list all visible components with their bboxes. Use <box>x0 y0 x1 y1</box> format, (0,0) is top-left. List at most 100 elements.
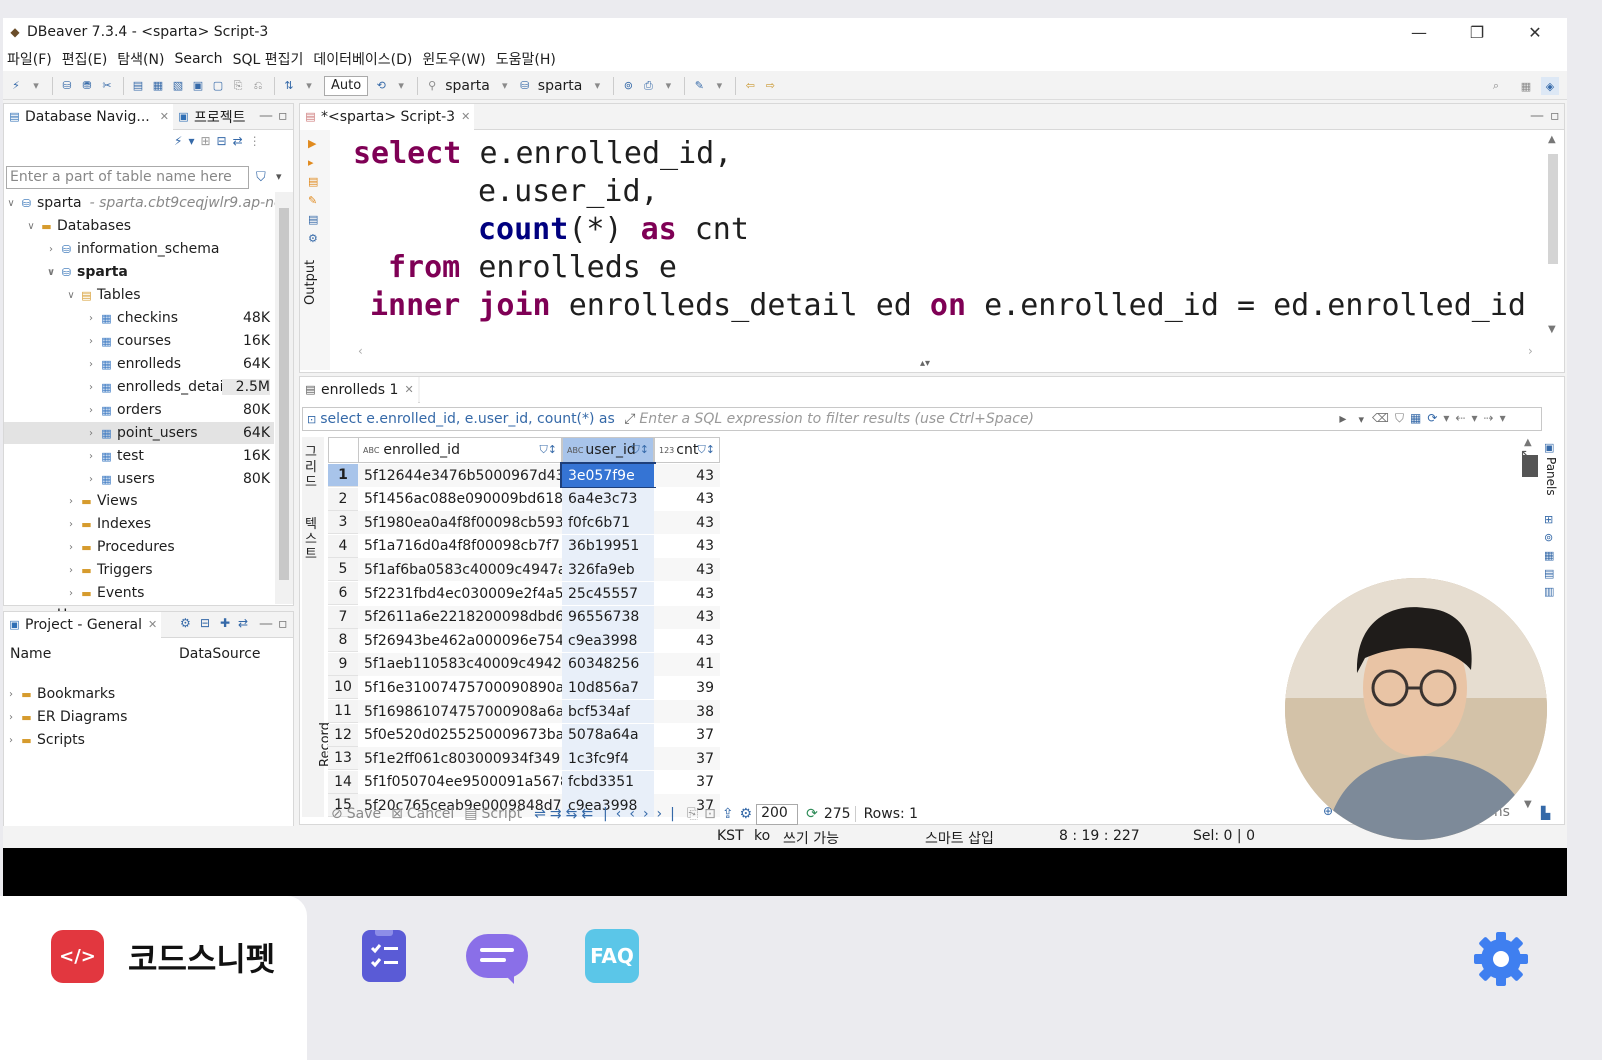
project-item-scripts[interactable]: › ▬ Scripts <box>4 729 85 751</box>
maximize-icon[interactable]: ▫ <box>278 616 288 632</box>
row-number[interactable]: 7 <box>328 605 358 629</box>
tree-item-databases[interactable]: ∨ ▬ Databases <box>24 215 131 237</box>
execute-new-tab-icon[interactable]: ▤ <box>308 172 318 191</box>
tree-item-procedures[interactable]: › ▬ Procedures <box>64 536 175 558</box>
menu-search[interactable]: Search <box>174 51 222 67</box>
cell-cnt[interactable]: 43 <box>654 534 720 558</box>
cell-user-id[interactable]: fcbd3351 <box>562 770 654 794</box>
row-number[interactable]: 8 <box>328 629 358 653</box>
panel-toggle-icon[interactable]: ▙ <box>1541 806 1550 820</box>
dbeaver-perspective-icon[interactable]: ◈ <box>1541 77 1559 95</box>
scroll-up-icon[interactable]: ▲ <box>1524 437 1532 448</box>
table-row[interactable]: 12 5f0e520d0255250009673ba4 5078a64a 37 <box>328 723 720 747</box>
filter-input[interactable]: Enter a SQL expression to filter results… <box>639 411 1329 427</box>
execute-statement-icon[interactable]: ▶ <box>308 134 318 153</box>
cell-user-id[interactable]: 3e057f9e <box>560 462 656 489</box>
menu-file[interactable]: 파일(F) <box>7 49 52 69</box>
cell-cnt[interactable]: 43 <box>654 511 720 535</box>
cell-enrolled-id[interactable]: 5f1f050704ee9500091a5678 <box>358 770 569 794</box>
cell-cnt[interactable]: 41 <box>654 652 720 676</box>
print-icon[interactable]: ⎙ <box>639 77 657 95</box>
cell-user-id[interactable]: 1c3fc9f4 <box>562 747 654 771</box>
tab-database-navigator[interactable]: ▤ Database Navig... ✕ <box>4 103 173 130</box>
cell-user-id[interactable]: 25c45557 <box>562 582 654 605</box>
load-script-icon[interactable]: ▤ <box>308 210 318 229</box>
row-number[interactable]: 14 <box>328 770 358 794</box>
search-icon[interactable]: ⌕ <box>1487 77 1505 95</box>
row-number[interactable]: 10 <box>328 676 358 700</box>
chevron-right-icon[interactable]: › <box>64 588 78 599</box>
cell-user-id[interactable]: c9ea3998 <box>562 629 654 653</box>
table-row[interactable]: 7 5f2611a6e2218200098dbd6d 96556738 43 <box>328 605 720 629</box>
cell-user-id[interactable]: 6a4e3c73 <box>562 487 654 511</box>
tree-item-table[interactable]: › ▦ courses 16K <box>84 330 274 352</box>
history-dropdown-icon[interactable]: ▾ <box>1358 413 1364 426</box>
back-arrow-icon[interactable]: ⇦ <box>741 77 759 95</box>
link-editor-icon[interactable]: ⇄ <box>233 134 243 148</box>
metadata-panel-icon[interactable]: ▤ <box>1544 565 1554 583</box>
chevron-down-icon[interactable]: ▾ <box>276 170 282 183</box>
chevron-right-icon[interactable]: › <box>64 519 78 530</box>
tree-item-table[interactable]: › ▦ users 80K <box>84 468 274 490</box>
sql-code-area[interactable]: select e.enrolled_id, e.user_id, count(*… <box>348 134 1538 342</box>
cancel-button[interactable]: Cancel <box>407 806 454 822</box>
column-header-enrolled-id[interactable]: ABC enrolled_id ⛉↕ <box>358 437 562 463</box>
tree-item-indexes[interactable]: › ▬ Indexes <box>64 513 151 535</box>
table-row[interactable]: 9 5f1aeb110583c40009c49426 60348256 41 <box>328 652 720 676</box>
query-text[interactable]: select e.enrolled_id, e.user_id, count(*… <box>320 411 620 427</box>
row-number[interactable]: 5 <box>328 558 358 582</box>
tree-item-sparta-db[interactable]: ∨ ⛁ sparta <box>44 261 128 283</box>
chevron-right-icon[interactable]: › <box>84 313 98 324</box>
row-number[interactable]: 2 <box>328 487 358 511</box>
chevron-down-icon[interactable]: ∨ <box>64 290 78 301</box>
menu-window[interactable]: 윈도우(W) <box>422 49 485 69</box>
dropdown-icon[interactable]: ▾ <box>300 77 318 95</box>
chat-icon[interactable] <box>466 934 528 984</box>
table-row[interactable]: 4 5f1a716d0a4f8f00098cb7f7 36b19951 43 <box>328 534 720 558</box>
chevron-right-icon[interactable]: › <box>4 712 18 723</box>
tab-project[interactable]: ▣ 프로젝트 <box>173 104 250 130</box>
chevron-right-icon[interactable]: › <box>4 689 18 700</box>
dropdown-icon[interactable]: ▾ <box>1471 411 1477 426</box>
chevron-down-icon[interactable]: ∨ <box>4 198 18 209</box>
chevron-right-icon[interactable]: › <box>64 542 78 553</box>
menu-edit[interactable]: 편집(E) <box>62 49 108 69</box>
row-number[interactable]: 3 <box>328 511 358 535</box>
cell-enrolled-id[interactable]: 5f2231fbd4ec030009e2f4a5 <box>358 582 564 605</box>
cell-cnt[interactable]: 43 <box>654 582 720 605</box>
recent-script-icon[interactable]: ▧ <box>169 77 187 95</box>
tree-item-table[interactable]: › ▦ checkins 48K <box>84 307 274 329</box>
refresh-icon[interactable]: ⟳ <box>1427 411 1437 426</box>
active-schema-select[interactable]: sparta <box>538 78 583 94</box>
close-icon[interactable]: ✕ <box>148 618 157 631</box>
close-icon[interactable]: ✕ <box>404 383 413 396</box>
collapse-icon[interactable]: ⊟ <box>200 616 210 630</box>
maximize-icon[interactable]: ▫ <box>278 108 288 124</box>
cell-cnt[interactable]: 37 <box>654 747 720 771</box>
scroll-up-icon[interactable]: ▲ <box>1548 134 1556 145</box>
explain-icon[interactable]: ✎ <box>308 191 318 210</box>
cell-enrolled-id[interactable]: 5f1a716d0a4f8f00098cb7f7 <box>358 534 562 558</box>
disconnect-icon[interactable]: ⛃ <box>78 77 96 95</box>
faq-button[interactable]: FAQ <box>585 929 639 983</box>
cell-cnt[interactable]: 43 <box>654 487 720 511</box>
table-row[interactable]: 8 5f26943be462a000096e754e c9ea3998 43 <box>328 629 720 653</box>
cell-enrolled-id[interactable]: 5f16e31007475700090890ad <box>358 676 573 700</box>
chevron-right-icon[interactable]: › <box>84 336 98 347</box>
cell-cnt[interactable]: 38 <box>654 700 720 723</box>
close-icon[interactable]: ✕ <box>160 110 169 123</box>
cell-user-id[interactable]: 96556738 <box>562 605 654 629</box>
tree-item-connection[interactable]: ∨ ⛁ sparta - sparta.cbt9ceqjwlr9.ap-no <box>4 192 282 214</box>
apply-filter-icon[interactable]: ▸ <box>1339 411 1346 427</box>
cell-user-id[interactable]: 326fa9eb <box>562 558 654 582</box>
tree-item-tables[interactable]: ∨ ▤ Tables <box>64 284 140 306</box>
sort-filter-icon[interactable]: ⛉↕ <box>540 443 557 457</box>
history-icon[interactable]: ⟲ <box>372 77 390 95</box>
tab-project-general[interactable]: ▣ Project - General ✕ <box>4 611 162 638</box>
tab-enrolleds-1[interactable]: ▤ enrolleds 1 ✕ <box>300 376 418 403</box>
row-edit-icons[interactable]: ⇌⇉⇆⇇ <box>534 806 597 822</box>
gear-icon[interactable] <box>1474 932 1528 986</box>
cell-cnt[interactable]: 43 <box>654 464 720 487</box>
script-button[interactable]: Script <box>482 806 523 822</box>
pagination-icons[interactable]: |‹‹››| <box>603 806 683 822</box>
